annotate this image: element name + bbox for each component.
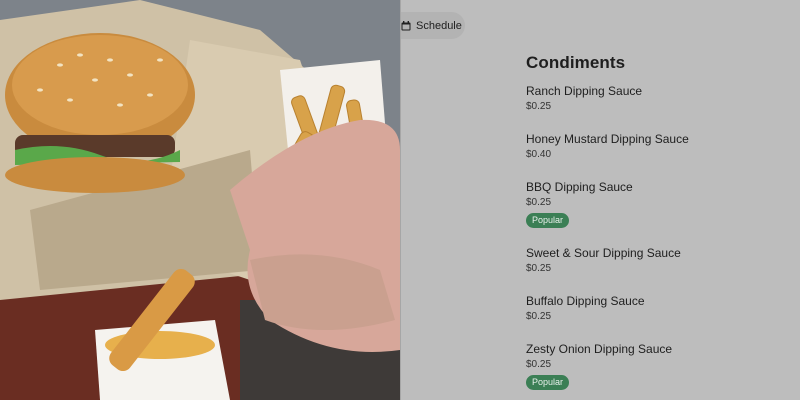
section-title: Condiments [526, 53, 626, 72]
menu-pane: Schedule Condiments Ranch Dipping Sauce … [401, 0, 800, 400]
menu-item-name: BBQ Dipping Sauce [526, 180, 633, 194]
schedule-label: Schedule [416, 19, 462, 32]
menu-item-name: Ranch Dipping Sauce [526, 84, 643, 98]
menu-item[interactable]: BBQ Dipping Sauce $0.25 Popular [526, 180, 786, 246]
menu-item[interactable]: Honey Mustard Dipping Sauce $0.40 [526, 132, 786, 180]
popular-badge: Popular [526, 375, 570, 390]
menu-item-list: Ranch Dipping Sauce $0.25 Honey Mustard … [526, 84, 786, 390]
menu-item[interactable]: Buffalo Dipping Sauce $0.25 [526, 294, 786, 342]
menu-item-name: Buffalo Dipping Sauce [526, 294, 645, 308]
menu-item-name: Sweet & Sour Dipping Sauce [526, 246, 681, 260]
schedule-button[interactable]: Schedule [401, 12, 465, 39]
menu-item-price: $0.25 [526, 311, 552, 322]
menu-item-name: Zesty Onion Dipping Sauce [526, 342, 673, 356]
menu-item[interactable]: Ranch Dipping Sauce $0.25 [526, 84, 786, 132]
menu-item-price: $0.25 [526, 263, 552, 274]
menu-item-price: $0.25 [526, 101, 552, 112]
menu-item-price: $0.25 [526, 197, 552, 208]
popular-badge: Popular [526, 213, 570, 228]
menu-item-price: $0.40 [526, 149, 552, 160]
menu-item[interactable]: Zesty Onion Dipping Sauce $0.25 Popular [526, 342, 786, 390]
menu-item-name: Honey Mustard Dipping Sauce [526, 132, 689, 146]
menu-item[interactable]: Sweet & Sour Dipping Sauce $0.25 [526, 246, 786, 294]
food-photo [0, 0, 400, 400]
burger-fries-illustration [0, 0, 400, 400]
calendar-icon [401, 20, 411, 30]
menu-item-price: $0.25 [526, 359, 552, 370]
